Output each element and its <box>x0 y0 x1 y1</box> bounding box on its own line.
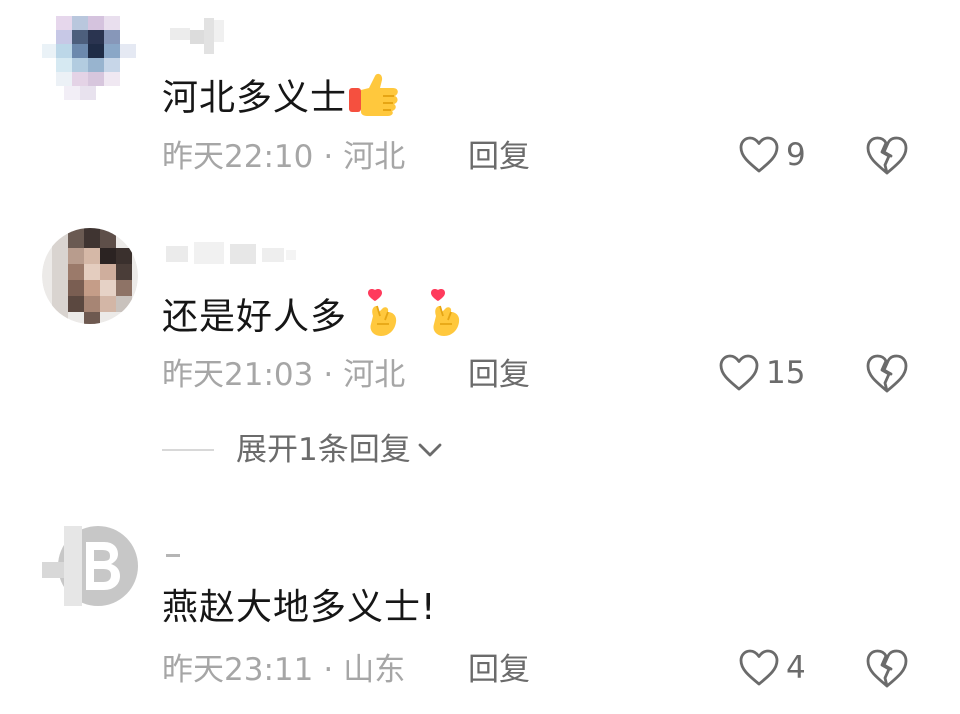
comment-time: 昨天23:11 <box>162 652 314 688</box>
comment-location: 山东 <box>343 652 406 688</box>
dislike-button[interactable] <box>864 648 910 694</box>
meta-separator: · <box>323 652 334 688</box>
avatar[interactable] <box>42 518 138 614</box>
comment-text: 燕赵大地多义士! <box>162 587 437 628</box>
like-count: 4 <box>786 650 806 686</box>
comment-item: 燕赵大地多义士! 昨天23:11 · 山东 回复 4 <box>0 0 960 714</box>
username-redacted[interactable] <box>162 548 192 562</box>
heart-outline-icon <box>739 649 779 686</box>
reply-button[interactable]: 回复 <box>468 650 530 690</box>
broken-heart-icon <box>866 649 908 688</box>
comment-meta: 昨天23:11 · 山东 <box>162 650 405 690</box>
like-button[interactable]: 4 <box>738 648 806 688</box>
